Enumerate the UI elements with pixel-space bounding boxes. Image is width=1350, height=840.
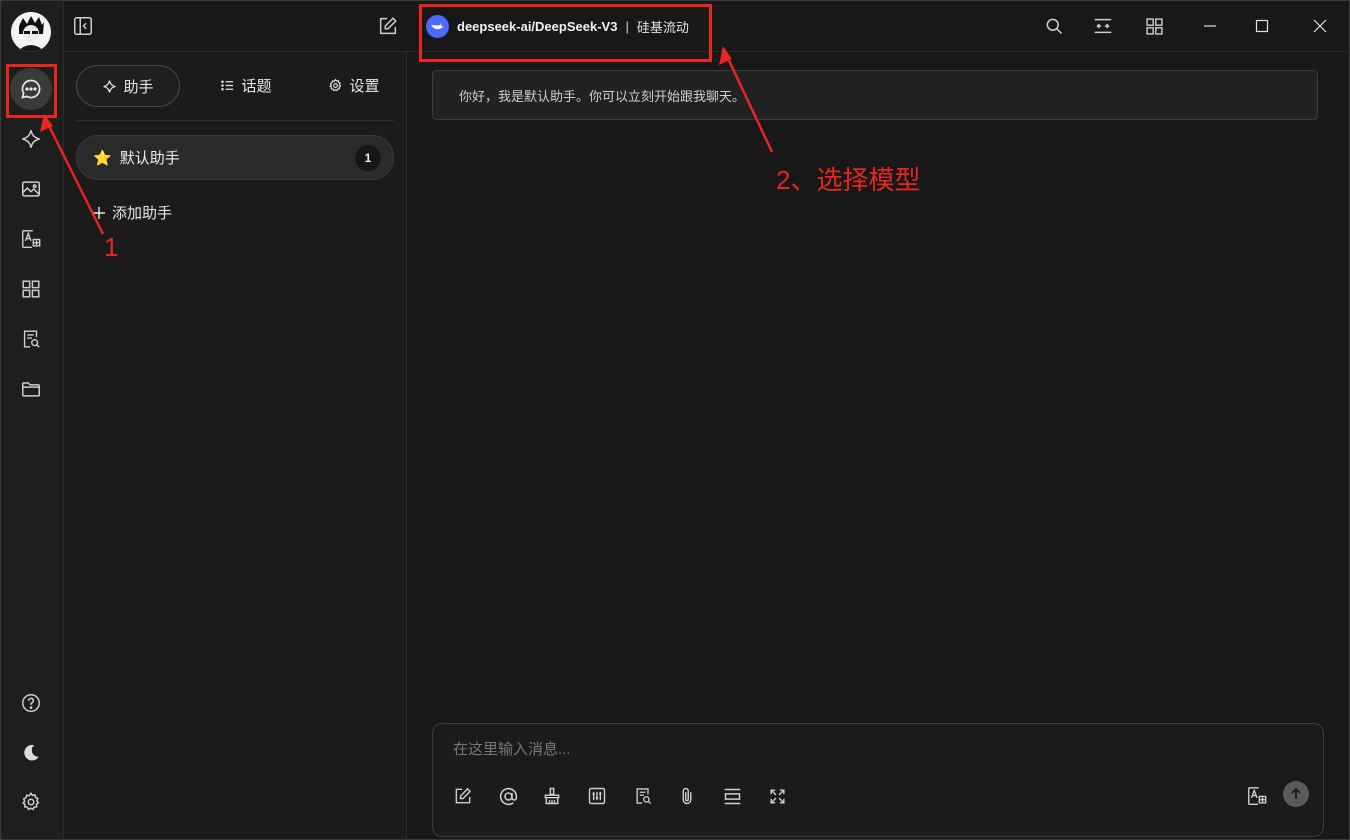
topic-count-badge: 1 bbox=[355, 145, 381, 171]
expand-vertical-icon bbox=[722, 786, 743, 807]
nav-paint[interactable] bbox=[10, 168, 52, 210]
fullscreen-icon bbox=[768, 787, 787, 806]
knowledge-base-button[interactable] bbox=[629, 782, 657, 810]
tab-topics[interactable]: 话题 bbox=[196, 65, 296, 105]
annotation-step1-label: 1 bbox=[104, 232, 119, 262]
file-search-icon bbox=[633, 786, 653, 806]
grid-icon bbox=[1144, 16, 1165, 37]
message-input[interactable]: 在这里输入消息... bbox=[453, 738, 571, 759]
apps-button[interactable] bbox=[1141, 13, 1167, 39]
expand-width-button[interactable] bbox=[1090, 13, 1116, 39]
paperclip-icon bbox=[677, 786, 697, 806]
minimize-button[interactable] bbox=[1197, 13, 1223, 39]
gear-icon bbox=[20, 791, 42, 813]
close-button[interactable] bbox=[1307, 13, 1333, 39]
assistant-item[interactable]: ⭐ 默认助手 1 bbox=[76, 135, 394, 180]
assistant-message: 你好，我是默认助手。你可以立刻开始跟我聊天。 bbox=[432, 70, 1318, 120]
edit-icon bbox=[377, 15, 399, 37]
panel-tabs: 助手 话题 设置 bbox=[76, 65, 394, 107]
attachment-button[interactable] bbox=[673, 782, 701, 810]
search-icon bbox=[1044, 16, 1064, 36]
nav-files[interactable] bbox=[10, 368, 52, 410]
moon-icon bbox=[20, 742, 42, 764]
translate-icon bbox=[1246, 785, 1268, 807]
nav-theme[interactable] bbox=[10, 732, 52, 774]
nav-translate[interactable] bbox=[10, 218, 52, 260]
gear-icon bbox=[328, 78, 343, 93]
nav-knowledge[interactable] bbox=[10, 318, 52, 360]
at-icon bbox=[498, 786, 519, 807]
sparkle-icon bbox=[102, 79, 117, 94]
send-button[interactable] bbox=[1283, 781, 1309, 807]
settings-tool-button[interactable] bbox=[583, 782, 611, 810]
plus-icon bbox=[92, 206, 106, 220]
sidebar-toggle-icon bbox=[72, 15, 94, 37]
avatar[interactable] bbox=[11, 12, 51, 52]
sparkle-icon bbox=[20, 128, 42, 150]
list-icon bbox=[220, 78, 235, 93]
model-provider: 硅基流动 bbox=[636, 20, 689, 35]
help-icon bbox=[20, 692, 42, 714]
annotation-step2-label: 2、选择模型 bbox=[776, 165, 921, 195]
nav-rail bbox=[0, 0, 64, 840]
clear-context-button[interactable] bbox=[538, 782, 566, 810]
image-icon bbox=[20, 178, 42, 200]
model-name: deepseek-ai/DeepSeek-V3 bbox=[457, 19, 618, 34]
close-icon bbox=[1312, 18, 1328, 34]
chat-icon bbox=[19, 77, 43, 101]
expand-input-button[interactable] bbox=[718, 782, 746, 810]
assistant-name: 默认助手 bbox=[119, 150, 180, 167]
star-icon: ⭐ bbox=[93, 149, 112, 167]
arrow-up-icon bbox=[1289, 787, 1303, 801]
expand-horizontal-icon bbox=[1092, 15, 1114, 37]
translate-icon bbox=[20, 228, 42, 250]
apps-icon bbox=[20, 278, 42, 300]
tab-assistants[interactable]: 助手 bbox=[76, 65, 180, 107]
assistants-panel: 助手 话题 设置 ⭐ 默认助手 1 添加助手 bbox=[64, 52, 407, 840]
new-topic-tool-button[interactable] bbox=[449, 782, 477, 810]
nav-help[interactable] bbox=[10, 682, 52, 724]
tab-label: 助手 bbox=[123, 78, 154, 96]
fullscreen-button[interactable] bbox=[763, 782, 791, 810]
sliders-icon bbox=[587, 786, 607, 806]
file-search-icon bbox=[20, 328, 42, 350]
tabs-divider bbox=[76, 120, 394, 121]
model-separator: | bbox=[625, 19, 629, 34]
minimize-icon bbox=[1202, 18, 1218, 34]
translate-button[interactable] bbox=[1243, 782, 1271, 810]
folder-icon bbox=[20, 378, 42, 400]
maximize-button[interactable] bbox=[1249, 13, 1275, 39]
new-topic-button[interactable] bbox=[375, 13, 401, 39]
tab-settings[interactable]: 设置 bbox=[304, 65, 404, 105]
maximize-icon bbox=[1254, 18, 1270, 34]
add-assistant-label: 添加助手 bbox=[112, 205, 173, 222]
search-button[interactable] bbox=[1041, 13, 1067, 39]
broom-icon bbox=[542, 786, 562, 806]
tab-label: 设置 bbox=[349, 77, 380, 95]
nav-settings[interactable] bbox=[10, 781, 52, 823]
edit-icon bbox=[453, 786, 473, 806]
add-assistant-button[interactable]: 添加助手 bbox=[92, 202, 172, 223]
message-text: 你好，我是默认助手。你可以立刻开始跟我聊天。 bbox=[459, 88, 746, 104]
toggle-sidebar-button[interactable] bbox=[70, 13, 96, 39]
deepseek-logo-icon bbox=[426, 15, 449, 38]
nav-agents[interactable] bbox=[10, 118, 52, 160]
model-selector[interactable]: deepseek-ai/DeepSeek-V3 | 硅基流动 bbox=[426, 15, 689, 38]
mention-model-button[interactable] bbox=[494, 782, 522, 810]
nav-apps[interactable] bbox=[10, 268, 52, 310]
tab-label: 话题 bbox=[241, 77, 272, 95]
chat-input-box[interactable]: 在这里输入消息... bbox=[432, 723, 1324, 837]
nav-chat[interactable] bbox=[10, 68, 52, 110]
